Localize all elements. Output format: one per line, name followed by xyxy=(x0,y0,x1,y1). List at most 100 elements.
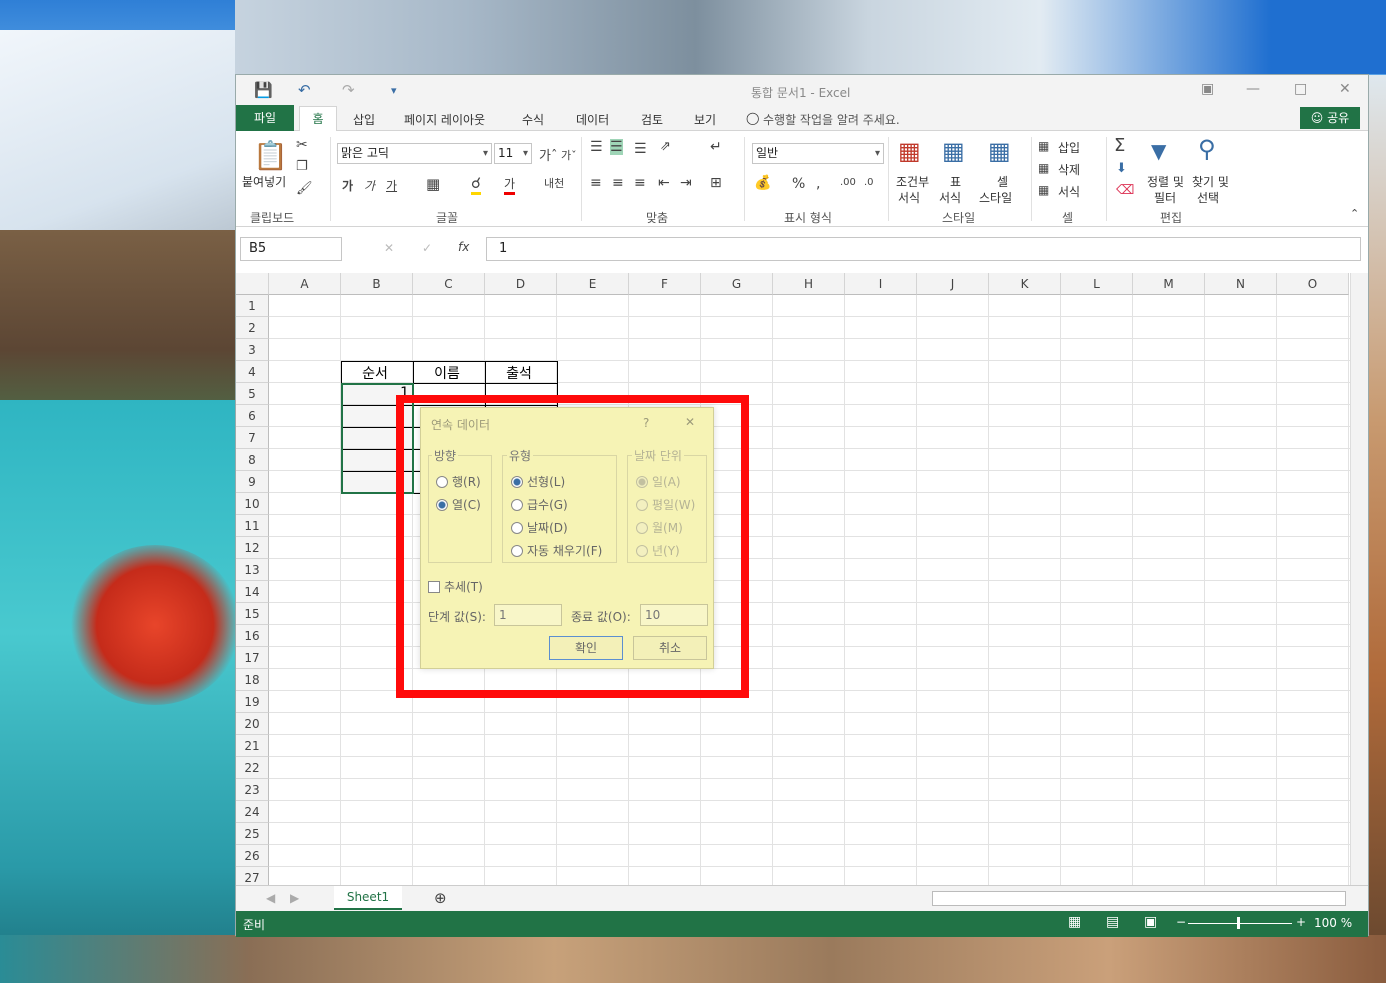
conditional-formatting-label2[interactable]: 서식 xyxy=(898,189,920,206)
row-header-3[interactable]: 3 xyxy=(236,339,269,361)
sort-filter-label[interactable]: 정렬 및 xyxy=(1147,173,1184,190)
tell-me-box[interactable]: 수행할 작업을 알려 주세요. xyxy=(763,111,900,128)
wrap-text-icon[interactable]: ↵ xyxy=(710,139,722,155)
row-header-4[interactable]: 4 xyxy=(236,361,269,383)
grow-font-icon[interactable]: 가ˆ xyxy=(539,145,557,164)
column-header-j[interactable]: J xyxy=(917,273,989,295)
tab-view[interactable]: 보기 xyxy=(694,111,716,128)
row-header-11[interactable]: 11 xyxy=(236,515,269,537)
fill-icon[interactable]: ⬇ xyxy=(1116,161,1127,176)
format-cells-button[interactable]: 서식 xyxy=(1058,183,1080,200)
insert-function-icon[interactable]: fx xyxy=(458,240,469,254)
currency-icon[interactable]: 💰 xyxy=(754,175,771,191)
phonetic-icon[interactable]: 내천 xyxy=(544,175,564,191)
row-header-9[interactable]: 9 xyxy=(236,471,269,493)
enter-entry-icon[interactable]: ✓ xyxy=(422,241,432,255)
conditional-formatting-label[interactable]: 조건부 xyxy=(896,173,929,190)
column-header-n[interactable]: N xyxy=(1205,273,1277,295)
column-header-a[interactable]: A xyxy=(269,273,341,295)
vertical-scrollbar[interactable] xyxy=(1350,273,1368,885)
find-select-icon[interactable]: ⚲ xyxy=(1198,135,1216,163)
column-header-i[interactable]: I xyxy=(845,273,917,295)
format-as-table-icon[interactable]: ▦ xyxy=(942,137,965,165)
row-header-22[interactable]: 22 xyxy=(236,757,269,779)
orientation-icon[interactable]: ⇗ xyxy=(660,139,671,154)
insert-cells-button[interactable]: 삽입 xyxy=(1058,139,1080,156)
column-header-e[interactable]: E xyxy=(557,273,629,295)
align-center-icon[interactable]: ≡ xyxy=(612,175,624,191)
add-sheet-icon[interactable]: ⊕ xyxy=(434,889,447,907)
minimize-icon[interactable]: — xyxy=(1246,81,1260,97)
insert-cells-icon[interactable]: ▦ xyxy=(1038,139,1049,153)
save-icon[interactable]: 💾 xyxy=(254,81,273,99)
page-break-view-icon[interactable]: ▣ xyxy=(1144,914,1157,930)
column-header-m[interactable]: M xyxy=(1133,273,1205,295)
border-icon[interactable]: ▦ xyxy=(426,175,440,193)
normal-view-icon[interactable]: ▦ xyxy=(1068,914,1081,930)
row-header-17[interactable]: 17 xyxy=(236,647,269,669)
tab-data[interactable]: 데이터 xyxy=(576,111,609,128)
column-header-d[interactable]: D xyxy=(485,273,557,295)
row-header-23[interactable]: 23 xyxy=(236,779,269,801)
align-bottom-icon[interactable]: ☰ xyxy=(634,141,647,157)
align-top-icon[interactable]: ☰ xyxy=(590,139,603,155)
row-header-16[interactable]: 16 xyxy=(236,625,269,647)
percent-icon[interactable]: % xyxy=(792,176,805,192)
row-header-2[interactable]: 2 xyxy=(236,317,269,339)
tab-page-layout[interactable]: 페이지 레이아웃 xyxy=(404,111,485,128)
row-header-8[interactable]: 8 xyxy=(236,449,269,471)
tab-insert[interactable]: 삽입 xyxy=(353,111,375,128)
column-header-g[interactable]: G xyxy=(701,273,773,295)
column-header-l[interactable]: L xyxy=(1061,273,1133,295)
cell-styles-label2[interactable]: 스타일 xyxy=(979,189,1012,206)
delete-cells-icon[interactable]: ▦ xyxy=(1038,161,1049,175)
increase-indent-icon[interactable]: ⇥ xyxy=(680,175,692,191)
page-layout-view-icon[interactable]: ▤ xyxy=(1106,914,1119,930)
format-as-table-label2[interactable]: 서식 xyxy=(939,189,961,206)
tab-file[interactable]: 파일 xyxy=(236,105,294,131)
zoom-out-icon[interactable]: − xyxy=(1176,915,1186,929)
align-left-icon[interactable]: ≡ xyxy=(590,175,602,191)
align-right-icon[interactable]: ≡ xyxy=(634,175,646,191)
font-color-icon[interactable]: 가 xyxy=(504,175,516,195)
row-header-19[interactable]: 19 xyxy=(236,691,269,713)
cell-d4[interactable]: 출석 xyxy=(485,363,553,383)
cancel-entry-icon[interactable]: ✕ xyxy=(384,241,394,255)
column-header-h[interactable]: H xyxy=(773,273,845,295)
decrease-decimal-icon[interactable]: .0 xyxy=(864,177,874,188)
prev-sheet-icon[interactable]: ◀ xyxy=(266,891,275,905)
align-middle-icon[interactable]: ☰ xyxy=(610,139,623,155)
clear-icon[interactable]: ⌫ xyxy=(1116,183,1134,198)
customize-qat-icon[interactable]: ▾ xyxy=(391,84,397,97)
name-box[interactable]: B5 xyxy=(240,237,342,261)
decrease-indent-icon[interactable]: ⇤ xyxy=(658,175,670,191)
row-header-10[interactable]: 10 xyxy=(236,493,269,515)
redo-icon[interactable]: ↷ xyxy=(342,81,355,99)
share-button[interactable]: ☺ 공유 xyxy=(1300,107,1360,129)
zoom-level[interactable]: 100 % xyxy=(1314,916,1352,930)
find-select-label[interactable]: 찾기 및 xyxy=(1192,173,1229,190)
column-header-o[interactable]: O xyxy=(1277,273,1349,295)
cell-c4[interactable]: 이름 xyxy=(413,363,481,383)
cell-styles-label[interactable]: 셀 xyxy=(997,173,1008,190)
sort-filter-label2[interactable]: 필터 xyxy=(1154,189,1176,206)
row-header-26[interactable]: 26 xyxy=(236,845,269,867)
close-icon[interactable]: ✕ xyxy=(1339,81,1351,97)
next-sheet-icon[interactable]: ▶ xyxy=(290,891,299,905)
column-header-f[interactable]: F xyxy=(629,273,701,295)
row-header-13[interactable]: 13 xyxy=(236,559,269,581)
row-header-7[interactable]: 7 xyxy=(236,427,269,449)
row-header-25[interactable]: 25 xyxy=(236,823,269,845)
copy-icon[interactable]: ❐ xyxy=(296,159,308,174)
row-header-27[interactable]: 27 xyxy=(236,867,269,885)
horizontal-scrollbar[interactable] xyxy=(932,891,1346,906)
italic-icon[interactable]: 가 xyxy=(364,177,375,194)
tab-formulas[interactable]: 수식 xyxy=(522,111,544,128)
sort-filter-icon[interactable]: ▼ xyxy=(1151,139,1166,163)
row-header-24[interactable]: 24 xyxy=(236,801,269,823)
cell-b4[interactable]: 순서 xyxy=(341,363,409,383)
font-name-combo[interactable]: 맑은 고딕 xyxy=(337,143,492,164)
row-header-18[interactable]: 18 xyxy=(236,669,269,691)
font-size-combo[interactable]: 11 xyxy=(494,143,532,164)
cell-styles-icon[interactable]: ▦ xyxy=(988,137,1011,165)
